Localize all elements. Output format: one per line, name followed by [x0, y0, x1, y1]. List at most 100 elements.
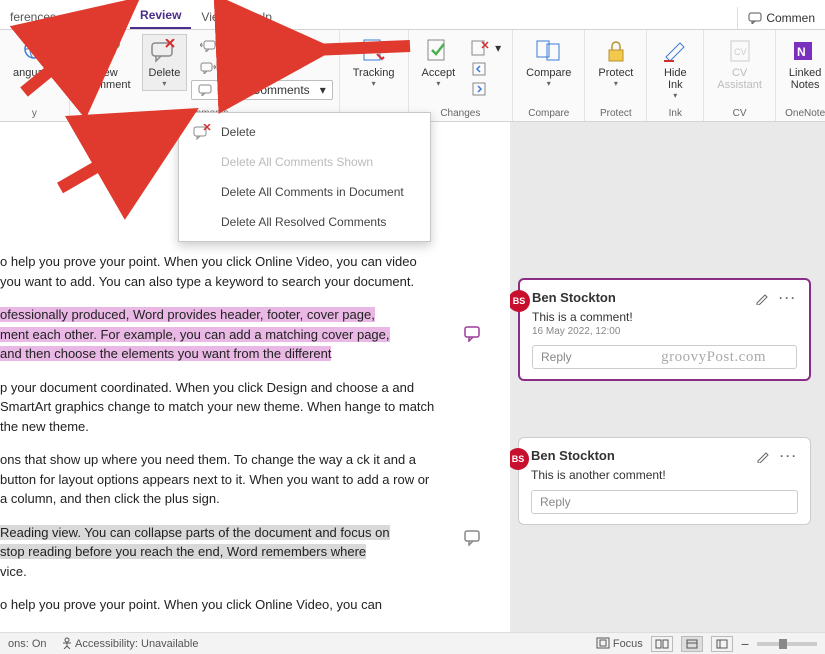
menu-delete-in-document[interactable]: Delete All Comments in Document [179, 177, 430, 207]
delete-comment-icon [150, 37, 178, 65]
annotation-arrow [300, 36, 420, 86]
chevron-down-icon: ▾ [547, 79, 551, 88]
comment-date: 16 May 2022, 12:00 [532, 326, 797, 337]
paragraph: o help you prove your point. When you cl… [0, 252, 436, 291]
next-change-button[interactable] [466, 80, 506, 98]
hide-ink-icon [661, 37, 689, 65]
svg-text:CV: CV [734, 47, 747, 57]
comment-text: This is a comment! [532, 310, 797, 324]
view-print-layout[interactable] [681, 636, 703, 652]
show-comments-label: Show Comments [218, 83, 309, 97]
more-icon[interactable]: ··· [780, 449, 798, 463]
annotation-arrow [60, 108, 200, 198]
focus-button[interactable]: Focus [596, 637, 643, 650]
onenote-icon: N [791, 37, 819, 65]
comment-icon [198, 84, 212, 96]
reply-placeholder: Reply [540, 495, 571, 509]
next-label: Next [222, 61, 247, 75]
comment-top-label: Commen [766, 11, 815, 25]
menu-delete-doc-label: Delete All Comments in Document [221, 185, 404, 199]
cv-assistant-button: CV CVAssistant [710, 34, 769, 94]
comments-pane: BS Ben Stockton ··· This is a comment! 1… [510, 122, 825, 632]
accessibility-icon [61, 637, 73, 649]
chevron-down-icon: ▾ [495, 41, 501, 55]
svg-text:N: N [797, 45, 806, 59]
comment-author: Ben Stockton [532, 290, 616, 305]
menu-delete-shown-label: Delete All Comments Shown [221, 155, 373, 169]
comment-text: This is another comment! [531, 468, 798, 482]
comment-icon [748, 12, 762, 24]
reply-input[interactable]: Reply [531, 490, 798, 514]
paragraph: p your document coordinated. When you cl… [0, 378, 436, 437]
prev-change-button[interactable] [466, 60, 506, 78]
paragraph: ons that show up where you need them. To… [0, 450, 436, 509]
tab-help[interactable]: Help [237, 4, 282, 29]
paragraph-highlighted-gray: Reading view. You can collapse parts of … [0, 523, 436, 582]
compare-icon [535, 37, 563, 65]
view-read-mode[interactable] [651, 636, 673, 652]
reply-placeholder: Reply [541, 350, 572, 364]
menu-delete[interactable]: Delete [179, 117, 430, 147]
comment-gutter [440, 122, 510, 632]
compare-button[interactable]: Compare ▾ [519, 34, 578, 91]
protect-label: Protect [598, 67, 633, 79]
lock-icon [602, 37, 630, 65]
more-icon[interactable]: ··· [779, 291, 797, 305]
avatar: BS [510, 448, 529, 470]
group-label-ink: Ink [669, 108, 682, 119]
group-label-compare: Compare [528, 108, 569, 119]
delete-label: Delete [149, 67, 181, 79]
zoom-out-button[interactable]: − [741, 636, 749, 652]
previous-label: Previous [222, 39, 269, 53]
status-tracking[interactable]: ons: On [8, 638, 47, 650]
menu-delete-label: Delete [221, 125, 256, 139]
compare-label: Compare [526, 67, 571, 79]
reject-button[interactable]: ▾ [466, 38, 506, 58]
reject-icon [471, 40, 489, 56]
group-label-changes: Changes [440, 108, 480, 119]
next-icon [200, 62, 216, 74]
accept-label: Accept [422, 67, 456, 79]
comment-anchor-icon[interactable] [464, 530, 510, 546]
group-label-y: y [32, 108, 37, 119]
edit-icon[interactable] [756, 449, 770, 463]
paragraph-highlighted: ofessionally produced, Word provides hea… [0, 305, 436, 364]
linked-notes-button[interactable]: N LinkedNotes [782, 34, 825, 94]
next-change-icon [471, 82, 489, 96]
status-accessibility[interactable]: Accessibility: Unavailable [61, 637, 199, 650]
edit-icon[interactable] [755, 291, 769, 305]
accept-icon [424, 37, 452, 65]
previous-icon [200, 40, 216, 52]
reply-input[interactable]: Reply groovyPost.com [532, 345, 797, 369]
group-label-onenote: OneNote [785, 108, 825, 119]
protect-button[interactable]: Protect ▾ [591, 34, 640, 91]
hide-ink-button[interactable]: HideInk ▾ [653, 34, 697, 103]
comment-button-top[interactable]: Commen [737, 7, 825, 29]
annotation-arrow [24, 2, 144, 102]
comment-card-active[interactable]: BS Ben Stockton ··· This is a comment! 1… [518, 278, 811, 381]
paragraph: o help you prove your point. When you cl… [0, 595, 436, 615]
delete-comment-button[interactable]: Delete ▾ [142, 34, 188, 91]
cv-icon: CV [726, 37, 754, 65]
chevron-down-icon: ▾ [436, 79, 440, 88]
chevron-down-icon: ▾ [614, 79, 618, 88]
chevron-down-icon: ▾ [162, 79, 166, 88]
delete-dropdown-menu: Delete Delete All Comments Shown Delete … [178, 112, 431, 242]
watermark-text: groovyPost.com [661, 349, 766, 366]
group-label-protect: Protect [600, 108, 632, 119]
group-label-cv: CV [733, 108, 747, 119]
prev-change-icon [471, 62, 489, 76]
menu-delete-shown: Delete All Comments Shown [179, 147, 430, 177]
avatar: BS [510, 290, 530, 312]
menu-delete-resolved[interactable]: Delete All Resolved Comments [179, 207, 430, 237]
accept-button[interactable]: Accept ▾ [415, 34, 463, 91]
status-bar: ons: On Accessibility: Unavailable Focus… [0, 632, 825, 654]
tab-view[interactable]: View [191, 4, 237, 29]
comment-author: Ben Stockton [531, 448, 615, 463]
comment-anchor-icon[interactable] [464, 326, 510, 342]
focus-icon [596, 637, 610, 649]
zoom-slider[interactable] [757, 642, 817, 646]
view-web-layout[interactable] [711, 636, 733, 652]
chevron-down-icon: ▾ [673, 91, 677, 100]
comment-card[interactable]: BS Ben Stockton ··· This is another comm… [518, 437, 811, 525]
